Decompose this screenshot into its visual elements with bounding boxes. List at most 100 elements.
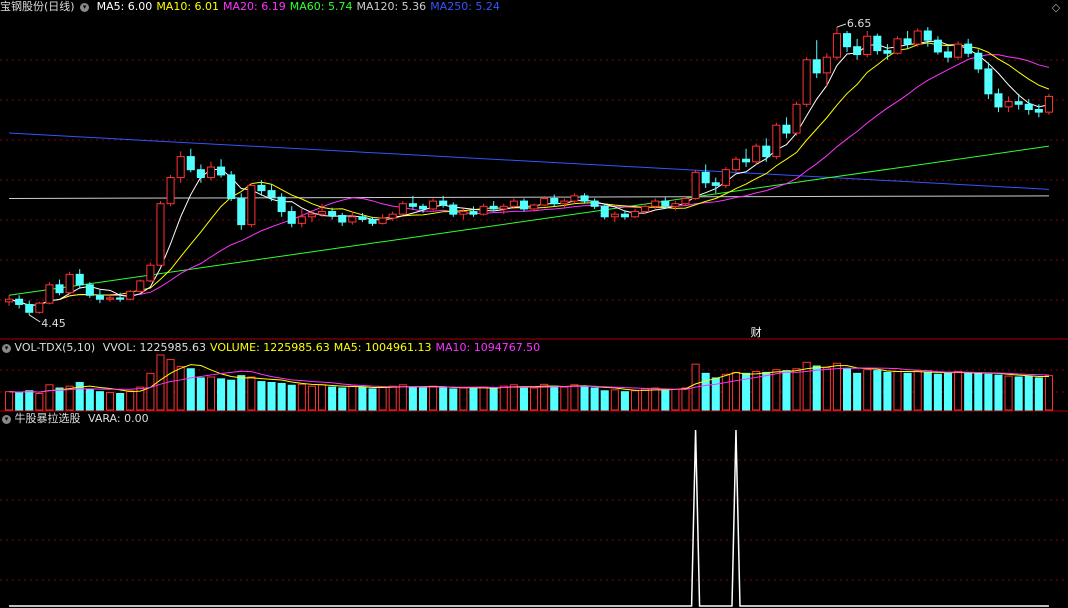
candle-body bbox=[35, 302, 44, 313]
volume-bar bbox=[297, 383, 306, 411]
volume-bar bbox=[762, 371, 771, 411]
candle-body bbox=[186, 156, 195, 171]
candle-body bbox=[348, 216, 357, 223]
volume-bar bbox=[196, 377, 205, 411]
candle-body bbox=[176, 156, 185, 179]
volume-bar bbox=[873, 370, 882, 411]
candle-body bbox=[721, 169, 730, 186]
volume-bar bbox=[540, 383, 549, 411]
candle-body bbox=[247, 184, 256, 226]
ma5-line bbox=[8, 40, 1050, 306]
candle-body bbox=[994, 93, 1003, 108]
candle-body bbox=[136, 280, 145, 292]
candle-body bbox=[65, 273, 74, 294]
volume-bar bbox=[812, 365, 821, 411]
volume-bar bbox=[217, 378, 226, 411]
candle-body bbox=[206, 166, 216, 179]
candle-body bbox=[287, 211, 296, 224]
candle-body bbox=[984, 68, 993, 95]
volume-bar bbox=[459, 387, 468, 411]
volume-bar bbox=[671, 388, 680, 411]
volume-bar bbox=[277, 382, 286, 411]
candle-body bbox=[842, 33, 852, 48]
candle-body bbox=[227, 174, 236, 199]
volume-bar bbox=[519, 386, 528, 411]
candle-body bbox=[126, 290, 135, 300]
ma60-line bbox=[8, 145, 1050, 296]
candle-body bbox=[540, 197, 549, 206]
volume-bar bbox=[994, 374, 1003, 411]
volume-bar bbox=[95, 391, 104, 411]
volume-bar bbox=[1024, 375, 1033, 411]
candle-body bbox=[863, 35, 872, 56]
volume-bar bbox=[701, 372, 710, 411]
volume-bar bbox=[5, 391, 14, 411]
candle-body bbox=[55, 284, 64, 294]
candle-body bbox=[620, 213, 629, 218]
stock-chart[interactable]: 6.65 4.45 财 ◇ bbox=[0, 0, 1068, 608]
volume-bar bbox=[439, 386, 448, 411]
candle-body bbox=[792, 103, 801, 134]
candle-body bbox=[711, 182, 720, 186]
candle-body bbox=[459, 211, 468, 215]
volume-bar bbox=[731, 371, 741, 411]
candle-body bbox=[550, 197, 559, 205]
volume-bar bbox=[610, 389, 619, 411]
candle-body bbox=[651, 200, 660, 207]
low-price-label: 4.45 bbox=[41, 317, 66, 330]
corner-diamond-icon: ◇ bbox=[1052, 1, 1061, 14]
candle-body bbox=[691, 171, 700, 199]
candle-body bbox=[297, 216, 306, 224]
volume-bar bbox=[368, 388, 377, 411]
volume-bar bbox=[893, 371, 902, 411]
candle-body bbox=[429, 200, 438, 210]
candle-body bbox=[398, 203, 407, 215]
candle-body bbox=[1004, 101, 1013, 108]
volume-bar bbox=[681, 387, 690, 411]
volume-bar bbox=[449, 388, 458, 411]
volume-bar bbox=[509, 384, 518, 411]
volume-bar bbox=[499, 385, 508, 411]
volume-bar bbox=[227, 379, 236, 411]
finance-marker: 财 bbox=[751, 325, 762, 339]
candle-body bbox=[772, 124, 781, 158]
candle-body bbox=[5, 298, 14, 303]
candle-body bbox=[418, 205, 428, 210]
volume-bar bbox=[55, 387, 64, 411]
volume-bar bbox=[186, 368, 195, 411]
volume-bar bbox=[923, 371, 932, 411]
candle-body bbox=[388, 213, 397, 219]
candle-body bbox=[641, 205, 650, 213]
volume-bar bbox=[954, 371, 963, 411]
candle-body bbox=[237, 197, 246, 226]
candle-body bbox=[1014, 101, 1023, 105]
volume-bar bbox=[620, 391, 629, 411]
volume-bar bbox=[338, 387, 347, 411]
candle-body bbox=[25, 303, 34, 313]
candle-body bbox=[883, 50, 892, 54]
volume-bar bbox=[328, 386, 337, 411]
volume-bar bbox=[257, 381, 266, 411]
volume-bar bbox=[832, 362, 841, 411]
candle-body bbox=[338, 214, 347, 223]
candle-body bbox=[812, 59, 821, 74]
volume-bar bbox=[489, 387, 498, 411]
volume-bar bbox=[590, 387, 599, 411]
volume-bar bbox=[974, 372, 983, 411]
volume-bar bbox=[388, 385, 397, 411]
volume-bar bbox=[1034, 377, 1043, 411]
candle-body bbox=[570, 195, 579, 202]
volume-bar bbox=[964, 371, 973, 411]
candle-body bbox=[671, 203, 680, 207]
candle-body bbox=[530, 204, 539, 210]
volume-bar bbox=[105, 392, 115, 411]
candle-body bbox=[1034, 109, 1043, 113]
candle-body bbox=[742, 158, 751, 163]
volume-bar bbox=[842, 368, 852, 411]
volume-bar bbox=[661, 389, 670, 411]
volume-bar bbox=[156, 354, 165, 411]
volume-bar bbox=[550, 385, 559, 411]
candle-body bbox=[630, 211, 640, 218]
candle-body bbox=[893, 38, 902, 54]
volume-bar bbox=[822, 367, 831, 411]
